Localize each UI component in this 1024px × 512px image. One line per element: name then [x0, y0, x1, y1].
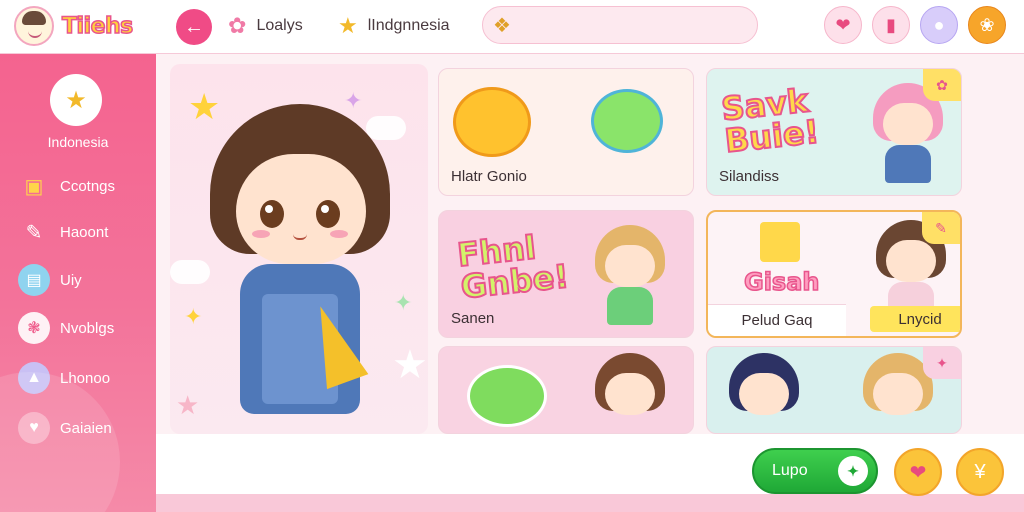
card-label: Sanen — [451, 310, 495, 327]
content-card[interactable]: Hlatr Gonio — [438, 68, 694, 196]
card-headline: Fhnl Gnbe! — [455, 227, 572, 307]
avatar[interactable]: ★ — [50, 74, 102, 126]
character-face — [605, 245, 655, 287]
sidebar-item-label: Lhonoo — [60, 369, 111, 387]
character-eye — [316, 200, 340, 228]
sidebar-item-label: Haoont — [60, 223, 109, 241]
card-headline: Gisah — [743, 268, 820, 296]
card-label: Pelud Gaq — [708, 304, 846, 336]
logo-text: Tiiehs — [61, 13, 134, 40]
yellow-smiley-icon — [453, 87, 531, 157]
content-card-selected[interactable]: Gisah ✎ Pelud Gaq Lnycid — [706, 210, 962, 338]
ribbon-icon: ❤ — [909, 461, 927, 484]
sidebar-title: Indonesia — [47, 134, 109, 150]
profile-button[interactable]: ❀ — [968, 6, 1006, 44]
bow-icon: ✿ — [923, 69, 961, 101]
flower-badge-icon: ❀ — [979, 14, 995, 35]
sidebar-item-3[interactable]: ▤ Uiy — [18, 264, 82, 296]
main-content: ★ ✦ ✦ ✦ ★ ★ Hlatr Gonio Savk Buie! ✿ Sil… — [156, 54, 1024, 434]
sidebar-item-label: Nvoblgs — [60, 319, 115, 337]
star-icon: ★ — [176, 390, 200, 420]
top-bar: Tiiehs ← ✿ Loalys ★ lIndgnnesia ❖ ❤ ▮ ● … — [0, 0, 1024, 54]
sidebar-item-1[interactable]: ▣ Ccotngs — [18, 170, 115, 202]
star-face-icon: ★ — [338, 13, 358, 38]
blonde-character — [595, 225, 665, 325]
pencil-icon: ✎ — [25, 221, 43, 244]
main-character[interactable] — [200, 104, 400, 434]
character-face — [739, 373, 789, 415]
hero-illustration: ★ ✦ ✦ ✦ ★ ★ — [170, 64, 428, 434]
sidebar-item-5[interactable]: ▲ Lhonoo — [18, 362, 110, 394]
bottom-bar: Lupo ✦ ❤ ¥ — [156, 434, 1024, 512]
tv-icon: ▤ — [18, 264, 50, 296]
green-smiley-icon — [467, 365, 547, 427]
primary-action-button[interactable]: Lupo ✦ — [752, 448, 878, 494]
ribbon-button[interactable]: ❤ — [894, 448, 942, 496]
card-badge: Lnycid — [870, 306, 960, 332]
wand-icon: ✦ — [923, 347, 961, 379]
coin-icon: ¥ — [974, 460, 986, 483]
sidebar-item-label: Ccotngs — [60, 177, 116, 195]
nav-item-indonesia[interactable]: ★ lIndgnnesia — [338, 10, 450, 42]
nav-item-label: lIndgnnesia — [367, 17, 450, 34]
card-label: Hlatr Gonio — [451, 168, 527, 185]
sidebar: ★ Indonesia ▣ Ccotngs ✎ Haoont ▤ Uiy ❃ N… — [0, 54, 156, 512]
heart-icon: ♥ — [18, 412, 50, 444]
coin-button[interactable]: ¥ — [956, 448, 1004, 496]
chat-button[interactable]: ● — [920, 6, 958, 44]
card-button[interactable]: ▮ — [872, 6, 910, 44]
app-logo[interactable]: Tiiehs — [14, 6, 134, 46]
character-face — [873, 373, 923, 415]
chat-bubble-icon: ● — [933, 14, 945, 35]
content-card[interactable]: Savk Buie! ✿ Silandiss — [706, 68, 962, 196]
sidebar-item-label: Uiy — [60, 271, 82, 289]
chest-icon: ▣ — [24, 175, 44, 198]
card-label: Silandiss — [719, 168, 780, 185]
sidebar-item-4[interactable]: ❃ Nvoblgs — [18, 312, 114, 344]
character-body — [607, 287, 653, 325]
star-face-icon: ★ — [65, 86, 87, 114]
character-eye — [260, 200, 284, 228]
navy-hair-character — [729, 353, 799, 433]
puzzle-icon: ❖ — [493, 14, 511, 37]
flower-icon: ✿ — [228, 13, 247, 38]
card-grid: Hlatr Gonio Savk Buie! ✿ Silandiss Fhnl … — [438, 64, 1010, 434]
search-bar[interactable]: ❖ — [482, 6, 758, 44]
content-card[interactable]: ✦ — [706, 346, 962, 434]
ghost-icon: ▲ — [18, 362, 50, 394]
heart-gift-icon: ❤ — [835, 14, 851, 35]
logo-mascot-icon — [14, 6, 54, 46]
character-face — [886, 240, 936, 282]
nav-item-label: Loalys — [256, 17, 303, 34]
card-icon: ▮ — [886, 14, 896, 35]
content-card[interactable]: Fhnl Gnbe! Sanen — [438, 210, 694, 338]
character-blush — [330, 230, 348, 238]
wand-icon: ✎ — [922, 212, 960, 244]
character-face — [236, 154, 366, 264]
bow-character — [595, 353, 665, 433]
content-card[interactable] — [438, 346, 694, 434]
back-button[interactable]: ← — [176, 9, 212, 45]
arrow-left-icon: ← — [184, 15, 204, 38]
character-face — [883, 103, 933, 145]
character-blush — [252, 230, 270, 238]
green-smiley-icon — [591, 89, 663, 153]
character-face — [605, 373, 655, 415]
primary-action-label: Lupo — [772, 462, 808, 479]
character-body — [885, 145, 931, 183]
paw-icon: ✦ — [838, 456, 868, 486]
search-input[interactable] — [518, 17, 739, 33]
heart-gift-button[interactable]: ❤ — [824, 6, 862, 44]
party-hat-icon — [760, 222, 800, 262]
nav-item-loalys[interactable]: ✿ Loalys — [228, 10, 303, 42]
sidebar-item-6[interactable]: ♥ Gaiaien — [18, 412, 112, 444]
sidebar-item-2[interactable]: ✎ Haoont — [18, 216, 109, 248]
swirl-icon: ❃ — [18, 312, 50, 344]
card-headline: Savk Buie! — [719, 80, 822, 161]
sidebar-item-label: Gaiaien — [60, 419, 112, 437]
